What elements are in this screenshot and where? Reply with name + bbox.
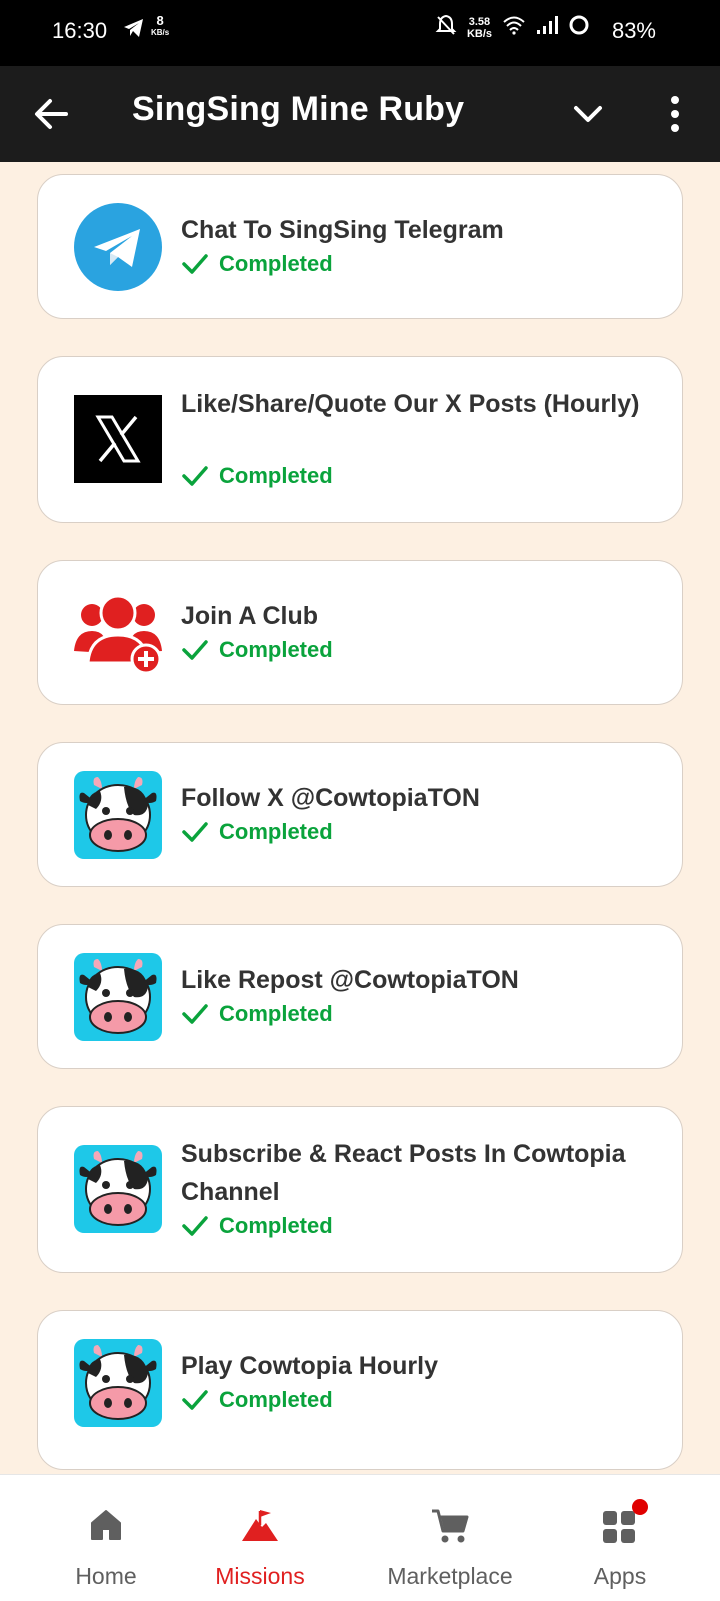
bottom-navigation: Home Missions Marketplace Apps (0, 1474, 720, 1601)
nav-label: Apps (593, 1563, 647, 1589)
home-icon (88, 1507, 124, 1549)
check-icon (181, 1215, 209, 1237)
page-title: SingSing Mine Ruby (132, 90, 465, 128)
nav-home[interactable]: Home (46, 1475, 166, 1601)
status-label: Completed (219, 1001, 333, 1026)
network-speed-small: 8 KB/s (151, 13, 170, 37)
status-bar: 16:30 8 KB/s 3.58 KB/s 83% (0, 0, 720, 66)
battery-ring-icon (568, 14, 590, 41)
nav-marketplace[interactable]: Marketplace (370, 1475, 530, 1601)
check-icon (181, 1003, 209, 1025)
mission-card[interactable]: Play Cowtopia Hourly Completed (37, 1310, 683, 1470)
mission-title: Subscribe & React Posts In Cowtopia Chan… (181, 1140, 626, 1206)
mission-title: Play Cowtopia Hourly (181, 1352, 438, 1380)
mission-card[interactable]: Join A Club Completed (37, 560, 683, 705)
status-right-icons: 3.58 KB/s (435, 14, 590, 41)
mission-card[interactable]: Like Repost @CowtopiaTON Completed (37, 924, 683, 1069)
mission-title: Join A Club (181, 602, 319, 630)
mute-notification-icon (435, 14, 457, 41)
check-icon (181, 821, 209, 843)
battery-percent: 83% (611, 18, 656, 43)
mission-status: Completed (181, 1387, 333, 1413)
missions-flag-icon (240, 1507, 280, 1549)
check-icon (181, 1389, 209, 1411)
network-speed: 3.58 KB/s (466, 15, 492, 40)
mission-title: Chat To SingSing Telegram (181, 216, 504, 244)
mission-status: Completed (181, 637, 333, 663)
cowtopia-icon (74, 953, 162, 1041)
check-icon (181, 465, 209, 487)
apps-icon (601, 1507, 639, 1551)
collapse-button[interactable] (568, 94, 608, 134)
back-button[interactable] (30, 92, 74, 136)
join-club-icon (74, 593, 162, 681)
telegram-status-icon (122, 16, 146, 45)
signal-icon (536, 15, 558, 40)
nav-label: Missions (215, 1563, 305, 1589)
app-bar: SingSing Mine Ruby (0, 66, 720, 162)
check-icon (181, 639, 209, 661)
x-logo-icon (74, 395, 162, 483)
mission-status: Completed (181, 1001, 333, 1027)
mission-title: Follow X @CowtopiaTON (181, 784, 480, 812)
mission-title: Like Repost @CowtopiaTON (181, 966, 519, 994)
cowtopia-icon (74, 1145, 162, 1233)
check-icon (181, 253, 209, 275)
status-label: Completed (219, 1387, 333, 1412)
wifi-icon (502, 15, 526, 40)
more-options-button[interactable] (660, 92, 690, 136)
mission-card[interactable]: Subscribe & React Posts In Cowtopia Chan… (37, 1106, 683, 1273)
status-label: Completed (219, 819, 333, 844)
mission-card[interactable]: Like/Share/Quote Our X Posts (Hourly) Co… (37, 356, 683, 523)
notification-badge (632, 1499, 648, 1515)
cart-icon (430, 1507, 470, 1551)
mission-status: Completed (181, 463, 333, 489)
mission-status: Completed (181, 819, 333, 845)
nav-apps[interactable]: Apps (560, 1475, 680, 1601)
cowtopia-icon (74, 1339, 162, 1427)
cowtopia-icon (74, 771, 162, 859)
mission-card[interactable]: Chat To SingSing Telegram Completed (37, 174, 683, 319)
status-time: 16:30 (52, 18, 108, 43)
status-label: Completed (219, 463, 333, 488)
mission-status: Completed (181, 251, 333, 277)
status-label: Completed (219, 1213, 333, 1238)
mission-title: Like/Share/Quote Our X Posts (Hourly) (181, 390, 640, 418)
mission-card[interactable]: Follow X @CowtopiaTON Completed (37, 742, 683, 887)
status-label: Completed (219, 637, 333, 662)
nav-label: Marketplace (387, 1563, 513, 1589)
more-vertical-icon (671, 96, 679, 132)
mission-list: Chat To SingSing Telegram Completed Like… (0, 162, 720, 1474)
mission-status: Completed (181, 1213, 333, 1239)
nav-label: Home (75, 1563, 137, 1589)
nav-missions[interactable]: Missions (200, 1475, 320, 1601)
chevron-down-icon (574, 106, 602, 122)
status-label: Completed (219, 251, 333, 276)
back-arrow-icon (35, 99, 68, 129)
telegram-icon (74, 203, 162, 291)
